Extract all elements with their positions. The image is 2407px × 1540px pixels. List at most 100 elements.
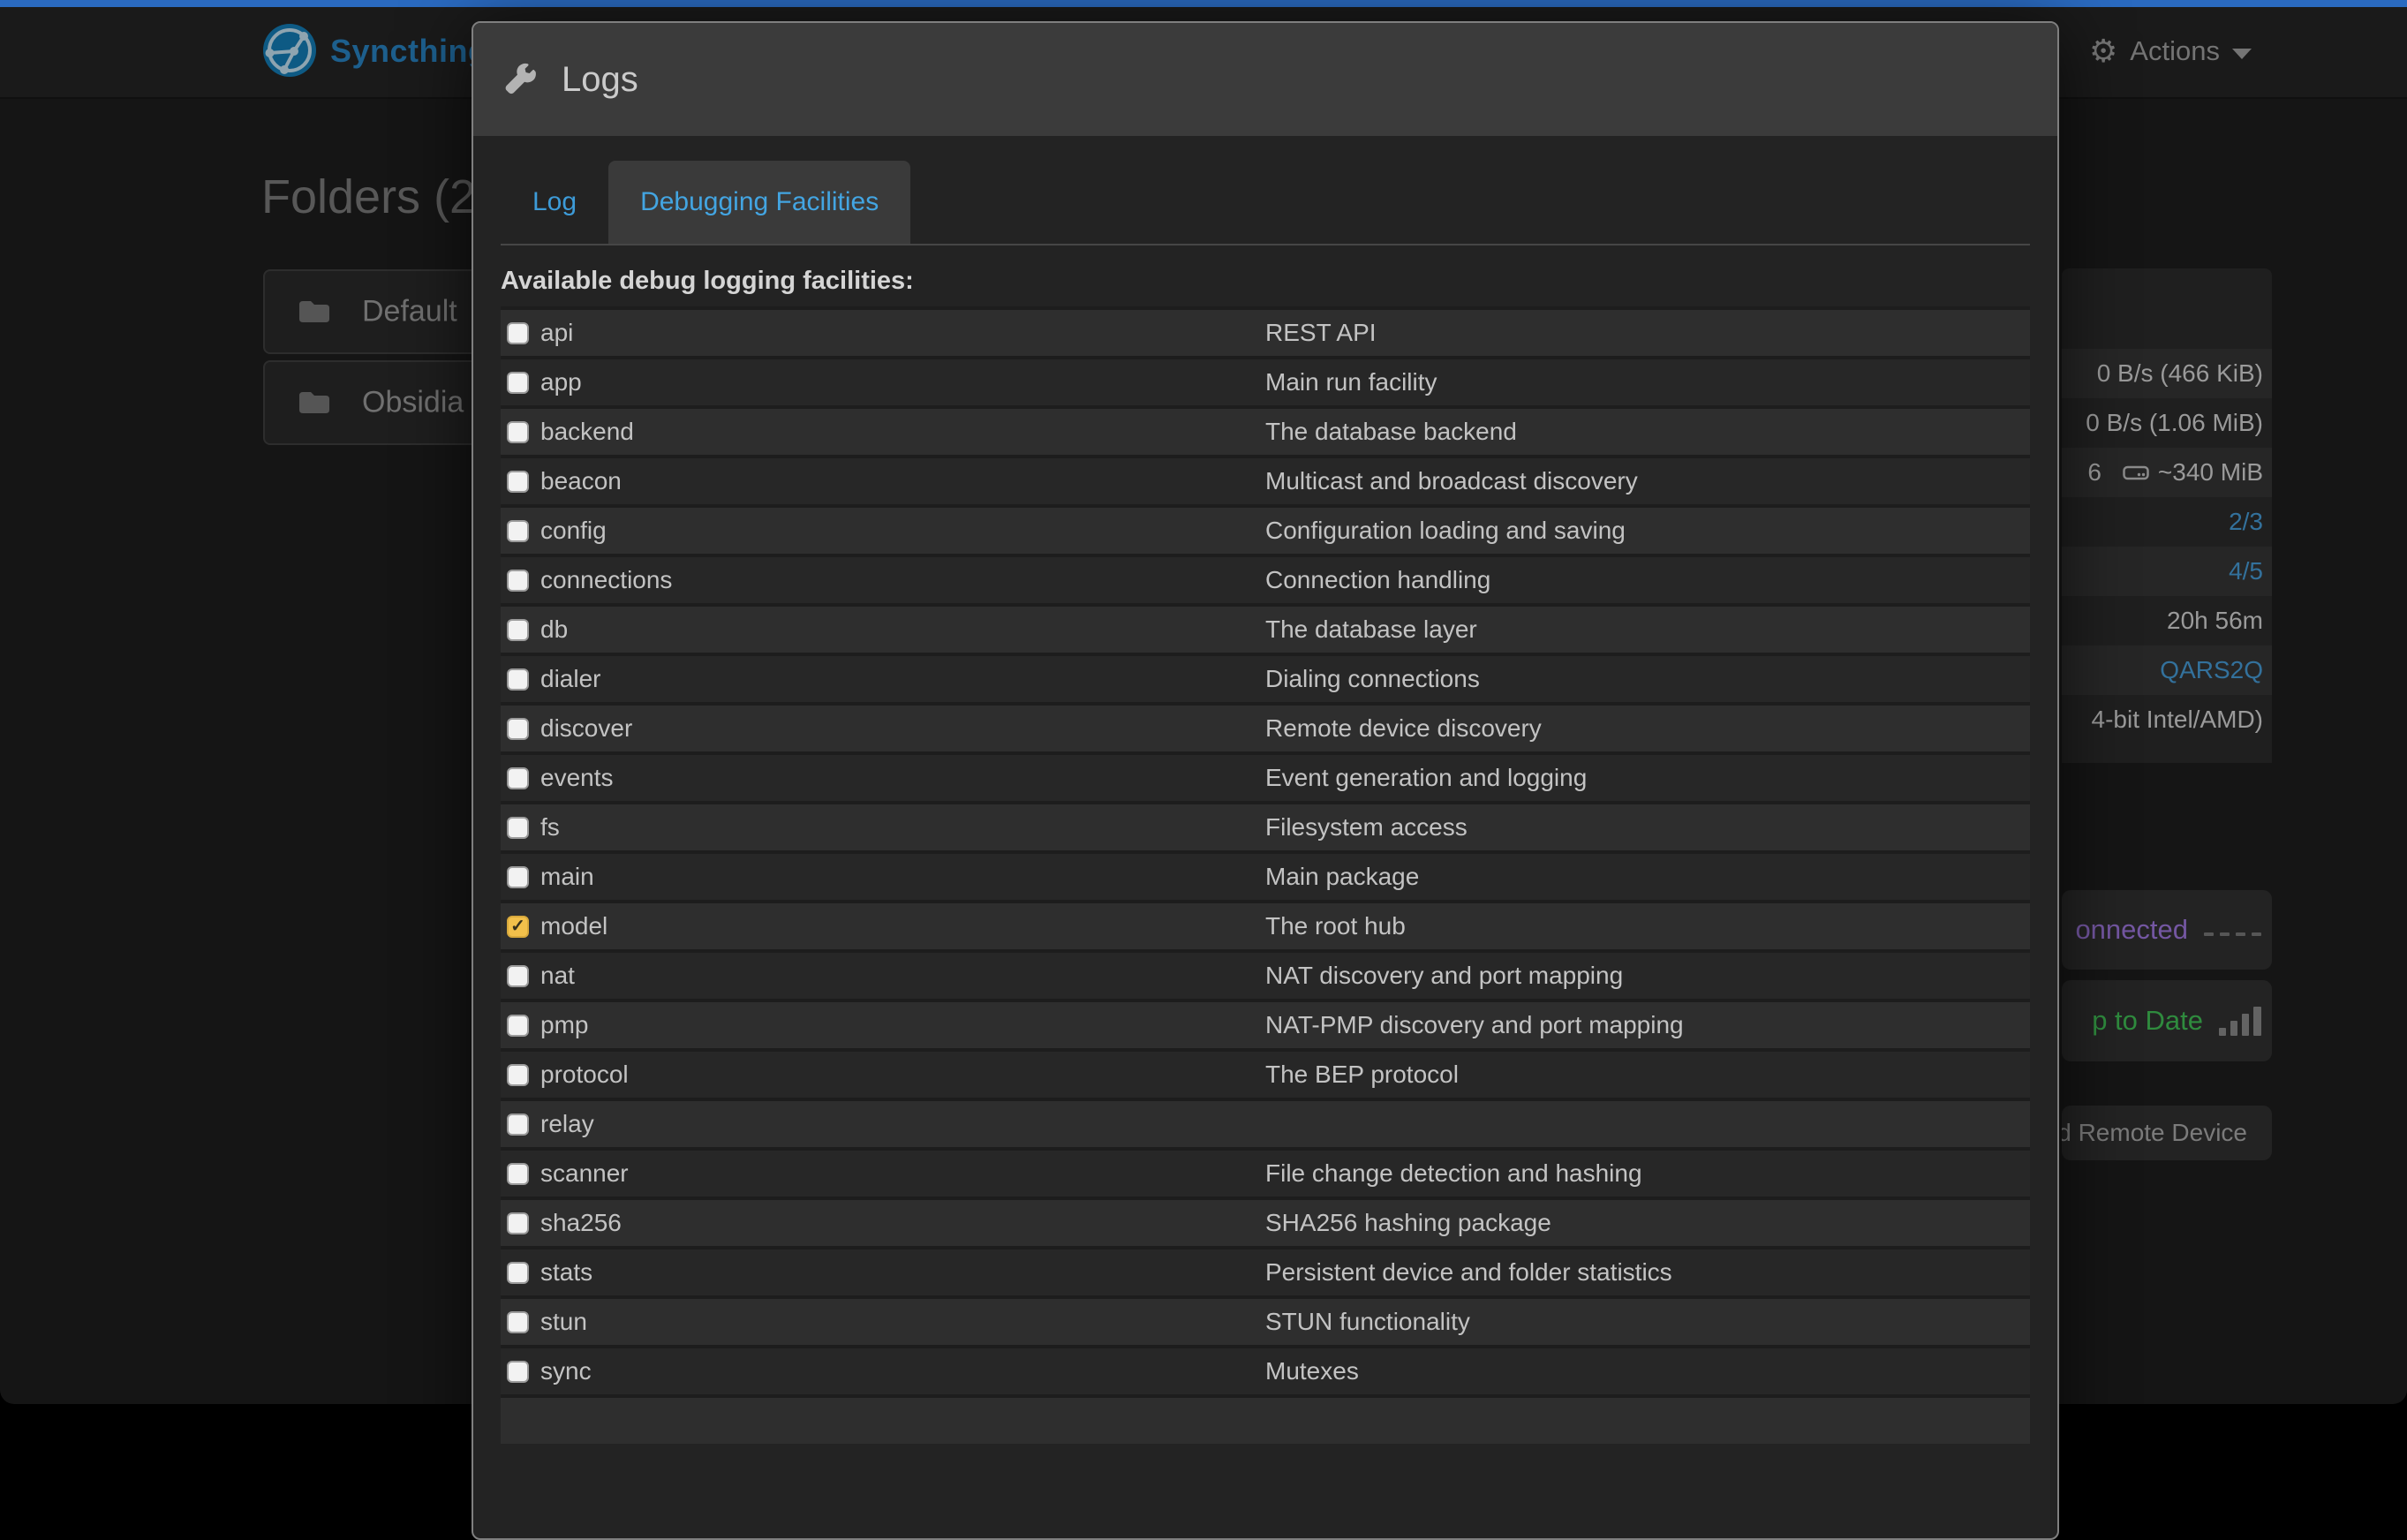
facility-name-cell: api: [501, 319, 1265, 347]
facility-label: sync: [540, 1357, 592, 1385]
facility-row-scanner: scanner File change detection and hashing: [501, 1147, 2030, 1197]
remote-device-row[interactable]: onnected: [2062, 890, 2272, 970]
facility-description: Main run facility: [1265, 368, 1437, 396]
device-stat-link[interactable]: 4/5: [2229, 557, 2263, 585]
device-stat-value: 6~340 MiB: [2087, 458, 2263, 487]
folder-icon: [298, 389, 329, 416]
facility-label: stun: [540, 1308, 587, 1336]
facility-label: fs: [540, 813, 560, 842]
facility-row-main: main Main package: [501, 850, 2030, 900]
facility-label: beacon: [540, 467, 622, 495]
facility-name-cell: config: [501, 517, 1265, 545]
facility-description: Main package: [1265, 863, 1419, 891]
facility-label: stats: [540, 1258, 592, 1287]
caret-down-icon: [2232, 49, 2252, 59]
actions-menu-button[interactable]: ⚙ Actions: [2089, 7, 2252, 95]
facility-row-model: ✓ model The root hub: [501, 900, 2030, 949]
facility-label: discover: [540, 714, 632, 743]
facility-label: protocol: [540, 1061, 629, 1089]
facility-row-dialer: dialerDialing connections: [501, 653, 2030, 702]
facility-row-db: dbThe database layer: [501, 603, 2030, 653]
wrench-icon: [503, 62, 539, 97]
facility-name-cell: sync: [501, 1357, 1265, 1385]
facility-name-cell: beacon: [501, 467, 1265, 495]
folders-heading: Folders (2: [261, 170, 476, 224]
facility-row-pmp: pmpNAT-PMP discovery and port mapping: [501, 999, 2030, 1048]
device-stat-link[interactable]: 2/3: [2229, 508, 2263, 536]
facility-row-sha256: sha256 SHA256 hashing package: [501, 1197, 2030, 1246]
facility-row-nat: natNAT discovery and port mapping: [501, 949, 2030, 999]
facility-checkbox-pmp[interactable]: [507, 1015, 529, 1037]
facility-checkbox-discover[interactable]: [507, 718, 529, 740]
facility-name-cell: events: [501, 764, 1265, 792]
device-stat-row: 0 B/s (466 KiB): [2062, 349, 2272, 398]
facilities-table: apiREST APIappMain run facilitybackendTh…: [501, 306, 2030, 1444]
facility-checkbox-sync[interactable]: [507, 1361, 529, 1383]
facility-label: sha256: [540, 1209, 622, 1237]
facility-row-protocol: protocolThe BEP protocol: [501, 1048, 2030, 1098]
tab-log[interactable]: Log: [501, 161, 608, 244]
facility-name-cell: dialer: [501, 665, 1265, 693]
facility-description: SHA256 hashing package: [1265, 1209, 1551, 1237]
facility-row-api: apiREST API: [501, 306, 2030, 356]
facility-checkbox-db[interactable]: [507, 619, 529, 641]
facility-label: config: [540, 517, 607, 545]
device-stat-row: 0 B/s (1.06 MiB): [2062, 398, 2272, 448]
tab-bar: Log Debugging Facilities: [501, 161, 2030, 245]
device-stat-value: 20h 56m: [2167, 607, 2263, 635]
add-remote-device-label: d Remote Device: [2062, 1119, 2247, 1147]
folder-name: Default: [362, 295, 457, 329]
syncthing-logo[interactable]: [261, 22, 318, 79]
facility-name-cell: ✓ model: [501, 912, 1265, 940]
facility-checkbox-beacon[interactable]: [507, 471, 529, 493]
facility-checkbox-backend[interactable]: [507, 421, 529, 443]
facility-checkbox-nat[interactable]: [507, 965, 529, 987]
brand-title[interactable]: Syncthing: [330, 7, 488, 95]
facility-name-cell: app: [501, 368, 1265, 396]
facility-checkbox-protocol[interactable]: [507, 1064, 529, 1086]
device-stat-row: 6~340 MiB: [2062, 448, 2272, 497]
device-stat-row: 4/5: [2062, 547, 2272, 596]
tab-debugging-facilities[interactable]: Debugging Facilities: [608, 161, 910, 244]
facility-row-fs: fsFilesystem access: [501, 801, 2030, 850]
facility-description: Multicast and broadcast discovery: [1265, 467, 1638, 495]
facility-checkbox-sha256[interactable]: [507, 1212, 529, 1234]
disk-icon: [2123, 463, 2149, 482]
facility-description: File change detection and hashing: [1265, 1159, 1642, 1188]
facility-name-cell: db: [501, 615, 1265, 644]
remote-device-row[interactable]: p to Date: [2062, 980, 2272, 1061]
signal-dots-icon: [2204, 932, 2261, 936]
facility-label: relay: [540, 1110, 594, 1138]
facility-checkbox-app[interactable]: [507, 372, 529, 394]
syncthing-app: { "navbar": { "brand": "Syncthing", "act…: [0, 0, 2407, 1404]
facility-row-sync: syncMutexes: [501, 1345, 2030, 1394]
facility-row-relay: relay: [501, 1098, 2030, 1147]
facility-label: main: [540, 863, 594, 891]
facility-description: Configuration loading and saving: [1265, 517, 1626, 545]
facility-label: model: [540, 912, 607, 940]
facility-checkbox-main[interactable]: [507, 866, 529, 888]
facility-label: events: [540, 764, 614, 792]
facility-label: scanner: [540, 1159, 629, 1188]
facility-checkbox-api[interactable]: [507, 322, 529, 344]
facility-checkbox-fs[interactable]: [507, 817, 529, 839]
facility-description: STUN functionality: [1265, 1308, 1470, 1336]
facility-checkbox-scanner[interactable]: [507, 1163, 529, 1185]
add-remote-device-button[interactable]: d Remote Device: [2062, 1106, 2272, 1160]
facility-checkbox-config[interactable]: [507, 520, 529, 542]
facility-checkbox-dialer[interactable]: [507, 668, 529, 691]
facility-checkbox-relay[interactable]: [507, 1113, 529, 1136]
this-device-panel: 0 B/s (466 KiB)0 B/s (1.06 MiB) 6~340 MiB…: [2062, 268, 2272, 763]
device-stat-row: 20h 56m: [2062, 596, 2272, 645]
facility-checkbox-stats[interactable]: [507, 1262, 529, 1284]
facility-name-cell: stats: [501, 1258, 1265, 1287]
device-stat-link[interactable]: QARS2Q: [2160, 656, 2263, 684]
facility-description: The root hub: [1265, 912, 1406, 940]
facility-checkbox-events[interactable]: [507, 767, 529, 789]
facility-checkbox-stun[interactable]: [507, 1311, 529, 1333]
facility-label: api: [540, 319, 573, 347]
facility-checkbox-model[interactable]: ✓: [507, 916, 529, 938]
facility-checkbox-connections[interactable]: [507, 570, 529, 592]
facility-name-cell: stun: [501, 1308, 1265, 1336]
facility-name-cell: pmp: [501, 1011, 1265, 1039]
